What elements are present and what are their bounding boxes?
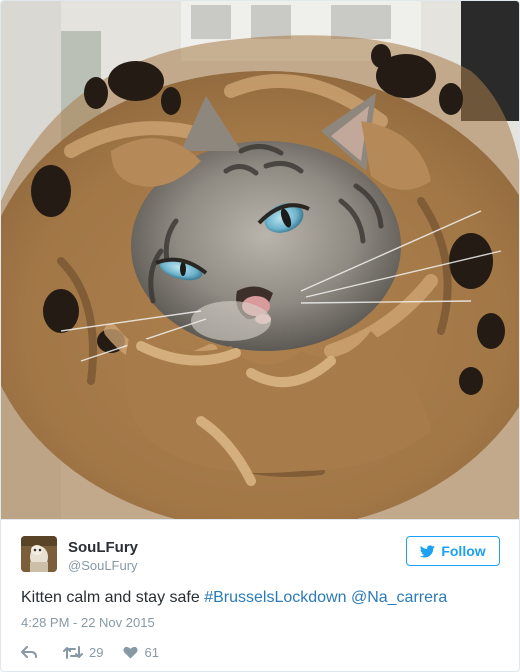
avatar[interactable] [21, 536, 57, 572]
twitter-bird-icon [420, 544, 436, 557]
kitten-photo [1, 1, 519, 519]
reply-icon [21, 645, 37, 658]
heart-icon [123, 646, 139, 658]
hashtag-link[interactable]: #BrusselsLockdown [204, 589, 346, 606]
avatar-image [21, 536, 57, 572]
retweet-icon [63, 645, 83, 659]
like-button[interactable]: 61 [123, 644, 159, 660]
tweet-text: Kitten calm and stay safe #BrusselsLockd… [21, 588, 501, 608]
retweet-count: 29 [89, 644, 104, 660]
tweet-body: SouLFury @SouLFury Follow Kitten calm an… [1, 519, 519, 671]
follow-button-label: Follow [441, 543, 486, 559]
retweet-button[interactable]: 29 [63, 645, 103, 660]
screen-name[interactable]: @SouLFury [68, 558, 138, 574]
action-bar: 29 61 [21, 642, 159, 662]
follow-button[interactable]: Follow [406, 536, 500, 566]
tweet-text-body: Kitten calm and stay safe [21, 589, 205, 606]
mention-link[interactable]: @Na_carrera [351, 589, 447, 606]
display-name[interactable]: SouLFury [68, 539, 138, 557]
reply-button[interactable] [21, 645, 39, 659]
timestamp[interactable]: 4:28 PM - 22 Nov 2015 [21, 615, 155, 631]
tweet-photo[interactable] [1, 1, 519, 519]
like-count: 61 [144, 644, 159, 660]
tweet-card: SouLFury @SouLFury Follow Kitten calm an… [0, 0, 520, 672]
